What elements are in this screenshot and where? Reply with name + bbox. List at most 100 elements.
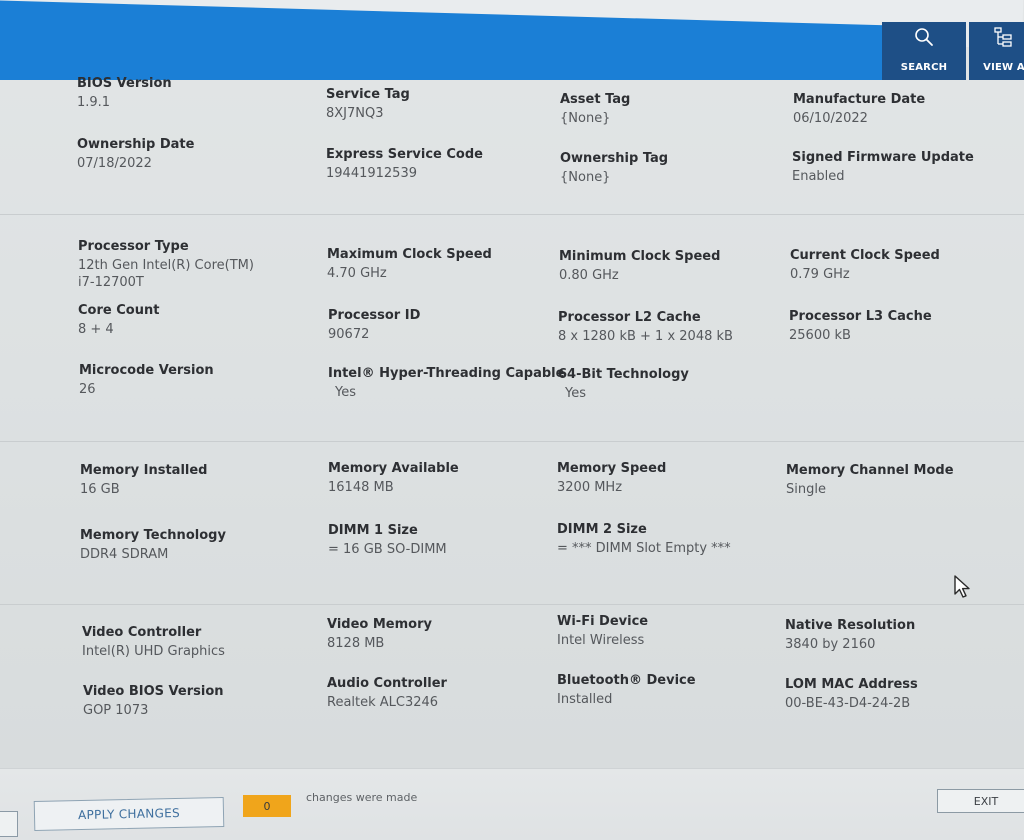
memory-available-label: Memory Available [328, 461, 459, 476]
ownership-date-value: 07/18/2022 [77, 156, 152, 171]
dimm1-size-value: = 16 GB SO-DIMM [328, 542, 447, 557]
memory-available-field: Memory Available 16148 MB [328, 461, 459, 496]
hyperthreading-label: Intel® Hyper-Threading Capable [328, 366, 565, 381]
core-count-field: Core Count 8 + 4 [78, 303, 159, 338]
processor-type-field: Processor Type 12th Gen Intel(R) Core(TM… [78, 239, 254, 291]
section-divider [0, 604, 1024, 605]
memory-speed-label: Memory Speed [557, 461, 667, 476]
current-clock-speed-label: Current Clock Speed [790, 248, 940, 263]
memory-installed-field: Memory Installed 16 GB [80, 463, 208, 498]
partial-button[interactable] [0, 811, 18, 837]
memory-installed-value: 16 GB [80, 482, 120, 497]
bluetooth-device-field: Bluetooth® Device Installed [557, 673, 696, 708]
ownership-tag-value: {None} [560, 170, 611, 185]
video-bios-version-label: Video BIOS Version [83, 684, 224, 699]
manufacture-date-label: Manufacture Date [793, 92, 926, 107]
64-bit-technology-label: 64-Bit Technology [558, 367, 689, 382]
min-clock-speed-value: 0.80 GHz [559, 268, 619, 283]
asset-tag-label: Asset Tag [560, 92, 631, 107]
memory-technology-value: DDR4 SDRAM [80, 547, 169, 562]
processor-type-value-line1: 12th Gen Intel(R) Core(TM) [78, 258, 254, 273]
wifi-device-field: Wi-Fi Device Intel Wireless [557, 614, 648, 649]
bios-version-label: BIOS Version [77, 76, 172, 91]
processor-type-label: Processor Type [78, 239, 189, 254]
processor-type-value-line2: i7-12700T [78, 275, 144, 290]
video-memory-value: 8128 MB [327, 636, 385, 651]
audio-controller-label: Audio Controller [327, 676, 447, 691]
signed-firmware-update-field: Signed Firmware Update Enabled [792, 150, 974, 185]
hyperthreading-value: Yes [335, 385, 356, 400]
audio-controller-value: Realtek ALC3246 [327, 695, 439, 710]
max-clock-speed-value: 4.70 GHz [327, 266, 387, 281]
l2-cache-label: Processor L2 Cache [558, 310, 701, 325]
audio-controller-field: Audio Controller Realtek ALC3246 [327, 676, 447, 711]
service-tag-value: 8XJ7NQ3 [326, 106, 384, 121]
processor-id-label: Processor ID [328, 308, 421, 323]
dimm2-size-field: DIMM 2 Size = *** DIMM Slot Empty *** [557, 522, 731, 557]
current-clock-speed-field: Current Clock Speed 0.79 GHz [790, 248, 940, 283]
lom-mac-address-field: LOM MAC Address 00-BE-43-D4-24-2B [785, 677, 918, 712]
microcode-version-value: 26 [79, 382, 96, 397]
dimm2-size-label: DIMM 2 Size [557, 522, 647, 537]
memory-technology-label: Memory Technology [80, 528, 226, 543]
manufacture-date-field: Manufacture Date 06/10/2022 [793, 92, 925, 127]
processor-id-value: 90672 [328, 327, 370, 342]
service-tag-label: Service Tag [326, 87, 410, 102]
dimm1-size-label: DIMM 1 Size [328, 523, 418, 538]
footer-bar: APPLY CHANGES 0 changes were made EXIT [0, 768, 1024, 840]
apply-changes-button[interactable]: APPLY CHANGES [33, 797, 225, 831]
exit-button[interactable]: EXIT [937, 789, 1024, 813]
video-bios-version-field: Video BIOS Version GOP 1073 [83, 684, 224, 719]
wifi-device-label: Wi-Fi Device [557, 614, 649, 629]
l3-cache-field: Processor L3 Cache 25600 kB [789, 309, 932, 344]
video-controller-label: Video Controller [82, 625, 202, 640]
microcode-version-label: Microcode Version [79, 363, 214, 378]
native-resolution-field: Native Resolution 3840 by 2160 [785, 618, 915, 653]
bluetooth-device-value: Installed [557, 692, 613, 707]
asset-tag-value: {None} [560, 111, 611, 126]
express-service-code-field: Express Service Code 19441912539 [326, 147, 483, 182]
wifi-device-value: Intel Wireless [557, 633, 645, 648]
l2-cache-field: Processor L2 Cache 8 x 1280 kB + 1 x 204… [558, 310, 733, 345]
video-bios-version-value: GOP 1073 [83, 703, 149, 718]
lom-mac-address-value: 00-BE-43-D4-24-2B [785, 696, 911, 711]
ownership-date-field: Ownership Date 07/18/2022 [77, 137, 194, 172]
section-divider [0, 441, 1024, 442]
change-count-badge: 0 [243, 795, 291, 817]
processor-id-field: Processor ID 90672 [328, 308, 420, 343]
min-clock-speed-label: Minimum Clock Speed [559, 249, 721, 264]
memory-speed-value: 3200 MHz [557, 480, 623, 495]
express-service-code-value: 19441912539 [326, 166, 417, 181]
min-clock-speed-field: Minimum Clock Speed 0.80 GHz [559, 249, 720, 284]
bios-version-field: BIOS Version 1.9.1 [77, 76, 172, 111]
section-divider [0, 214, 1024, 215]
hyperthreading-field: Intel® Hyper-Threading Capable Yes [328, 366, 564, 401]
memory-channel-mode-value: Single [786, 482, 826, 497]
memory-available-value: 16148 MB [328, 480, 394, 495]
mouse-pointer-icon [954, 575, 970, 598]
changes-status-text: changes were made [306, 791, 418, 804]
l2-cache-value: 8 x 1280 kB + 1 x 2048 kB [558, 329, 733, 344]
core-count-value: 8 + 4 [78, 322, 114, 337]
microcode-version-field: Microcode Version 26 [79, 363, 214, 398]
lom-mac-address-label: LOM MAC Address [785, 677, 918, 692]
native-resolution-value: 3840 by 2160 [785, 637, 876, 652]
dimm2-size-value: = *** DIMM Slot Empty *** [557, 541, 731, 556]
bios-version-value: 1.9.1 [77, 95, 111, 110]
system-information-panel: BIOS Version 1.9.1 Service Tag 8XJ7NQ3 A… [0, 0, 1024, 839]
video-controller-field: Video Controller Intel(R) UHD Graphics [82, 625, 225, 660]
service-tag-field: Service Tag 8XJ7NQ3 [326, 87, 410, 122]
memory-technology-field: Memory Technology DDR4 SDRAM [80, 528, 226, 563]
manufacture-date-value: 06/10/2022 [793, 111, 868, 126]
video-controller-value: Intel(R) UHD Graphics [82, 644, 225, 659]
current-clock-speed-value: 0.79 GHz [790, 267, 850, 282]
signed-firmware-update-label: Signed Firmware Update [792, 150, 974, 165]
dimm1-size-field: DIMM 1 Size = 16 GB SO-DIMM [328, 523, 447, 558]
video-memory-label: Video Memory [327, 617, 432, 632]
ownership-tag-label: Ownership Tag [560, 151, 669, 166]
express-service-code-label: Express Service Code [326, 147, 483, 162]
ownership-tag-field: Ownership Tag {None} [560, 151, 668, 186]
signed-firmware-update-value: Enabled [792, 169, 845, 184]
ownership-date-label: Ownership Date [77, 137, 195, 152]
max-clock-speed-label: Maximum Clock Speed [327, 247, 492, 262]
